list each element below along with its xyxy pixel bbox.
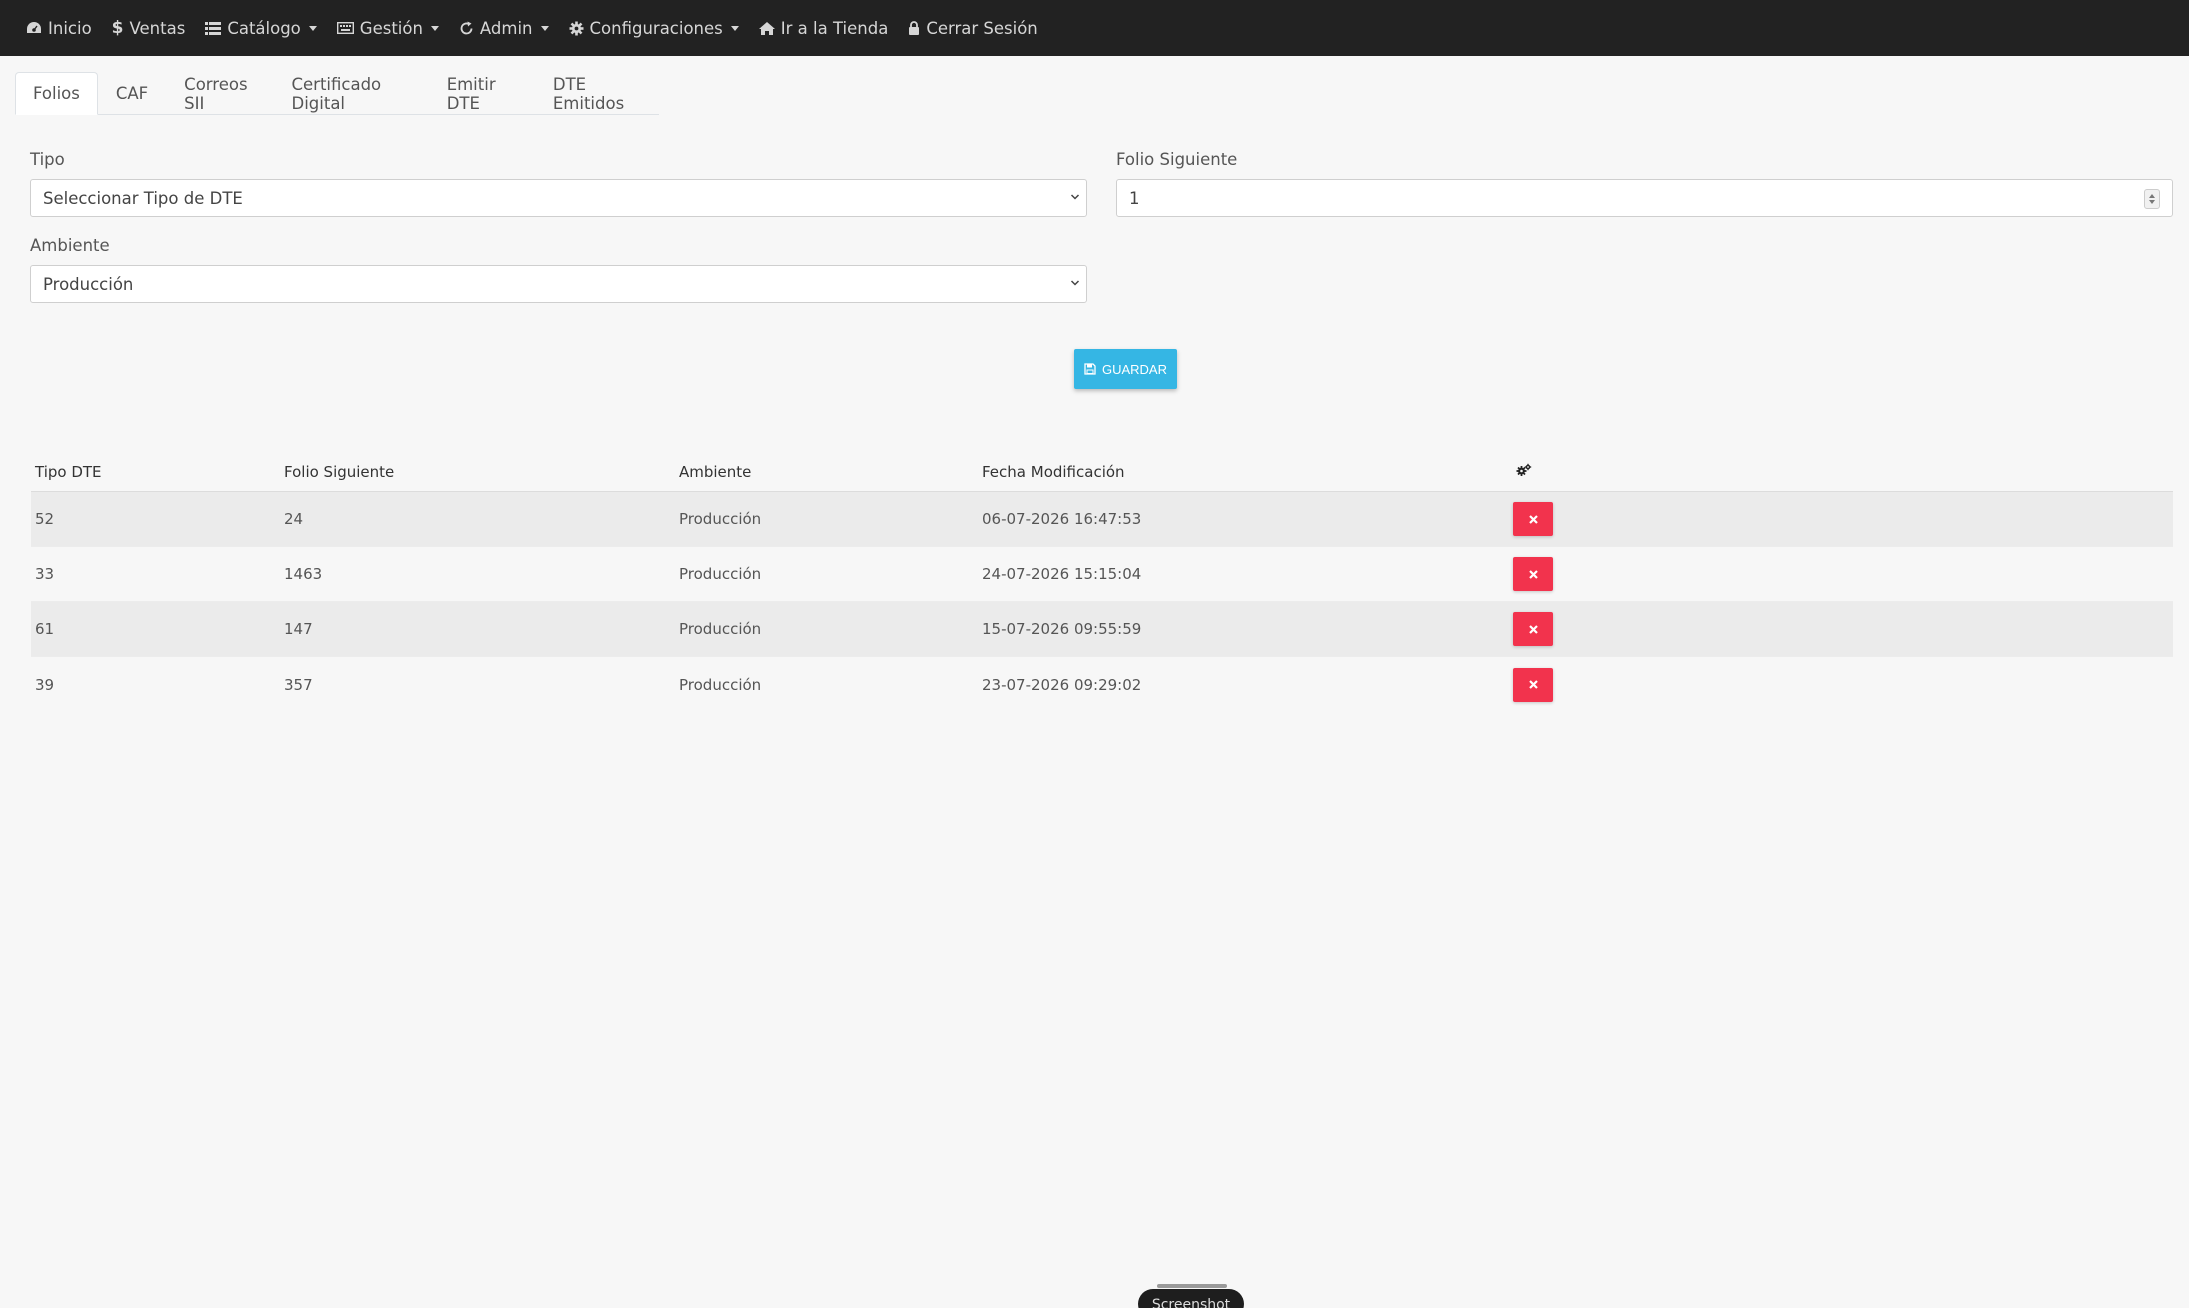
chevron-down-icon <box>1070 194 1080 200</box>
list-icon <box>205 21 222 35</box>
save-button-label: GUARDAR <box>1101 361 1167 377</box>
nav-configuraciones-label: Configuraciones <box>589 18 723 38</box>
top-navbar: Inicio $ Ventas Catálogo Gestión Admin C… <box>0 0 2189 56</box>
nav-cerrar-sesion-label: Cerrar Sesión <box>926 18 1038 38</box>
header-actions <box>1513 463 2173 481</box>
home-icon <box>758 21 775 35</box>
close-icon <box>1528 569 1538 579</box>
nav-ventas[interactable]: $ Ventas <box>112 0 186 56</box>
gear-icon <box>569 21 584 36</box>
close-icon <box>1528 624 1538 634</box>
cell-tipo-dte: 39 <box>35 675 55 694</box>
spinner-up-icon <box>2149 194 2155 198</box>
delete-button[interactable] <box>1513 502 1553 536</box>
cell-fecha-modificacion: 06-07-2026 16:47:53 <box>982 510 1142 528</box>
nav-admin-label: Admin <box>479 18 533 38</box>
tab-bar: Folios CAF Correos SII Certificado Digit… <box>15 72 659 115</box>
chevron-down-icon <box>730 25 739 31</box>
nav-ventas-label: Ventas <box>129 18 186 38</box>
save-button[interactable]: GUARDAR <box>1074 349 1177 389</box>
cell-actions <box>1513 612 2173 646</box>
lock-icon <box>908 21 920 35</box>
header-folio-siguiente: Folio Siguiente <box>284 462 395 481</box>
cell-tipo-dte: 52 <box>35 510 55 528</box>
tab-caf[interactable]: CAF <box>98 72 166 115</box>
nav-configuraciones[interactable]: Configuraciones <box>569 0 739 56</box>
nav-gestion-label: Gestión <box>359 18 423 38</box>
folio-siguiente-input[interactable]: 1 <box>1116 179 2173 217</box>
tab-dte-emitidos[interactable]: DTE Emitidos <box>535 72 659 115</box>
folio-siguiente-label: Folio Siguiente <box>1116 150 1238 169</box>
delete-button[interactable] <box>1513 557 1553 591</box>
table-row: 52 24 Producción 06-07-2026 16:47:53 <box>31 492 2173 547</box>
tipo-select-value: Seleccionar Tipo de DTE <box>43 188 243 208</box>
tab-certificado-digital[interactable]: Certificado Digital <box>274 72 429 115</box>
chevron-down-icon <box>540 25 549 31</box>
screenshot-pill[interactable]: Screenshot <box>1138 1289 1244 1308</box>
close-icon <box>1528 680 1538 689</box>
nav-inicio-label: Inicio <box>48 18 92 38</box>
table-row: 61 147 Producción 15-07-2026 09:55:59 <box>31 602 2173 657</box>
chevron-down-icon <box>430 25 439 31</box>
tipo-select[interactable]: Seleccionar Tipo de DTE <box>30 179 1087 217</box>
refresh-icon <box>459 21 474 36</box>
dollar-icon: $ <box>111 18 124 38</box>
cogs-icon <box>1516 463 1532 476</box>
header-ambiente: Ambiente <box>679 462 752 481</box>
nav-gestion[interactable]: Gestión <box>336 0 439 56</box>
cell-actions <box>1513 557 2173 591</box>
tab-correos-sii[interactable]: Correos SII <box>166 72 273 115</box>
ambiente-label: Ambiente <box>30 236 110 255</box>
cell-folio-siguiente: 1463 <box>284 565 323 583</box>
cell-ambiente: Producción <box>679 620 762 638</box>
nav-admin[interactable]: Admin <box>459 0 549 56</box>
table-header: Tipo DTE Folio Siguiente Ambiente Fecha … <box>31 452 2173 492</box>
dashboard-icon <box>26 21 42 35</box>
header-tipo-dte: Tipo DTE <box>35 462 102 481</box>
cell-folio-siguiente: 147 <box>284 620 313 638</box>
nav-inicio[interactable]: Inicio <box>26 0 92 56</box>
ambiente-select[interactable]: Producción <box>30 265 1087 303</box>
cell-ambiente: Producción <box>679 510 762 528</box>
cell-ambiente: Producción <box>679 675 762 694</box>
cell-fecha-modificacion: 24-07-2026 15:15:04 <box>982 565 1142 583</box>
tab-folios[interactable]: Folios <box>15 72 98 115</box>
ambiente-select-value: Producción <box>43 274 134 294</box>
number-spinner[interactable] <box>2144 189 2160 209</box>
delete-button[interactable] <box>1513 667 1553 702</box>
chevron-down-icon <box>308 25 317 31</box>
cell-tipo-dte: 61 <box>35 620 55 638</box>
tipo-label: Tipo <box>30 150 65 169</box>
header-fecha-modificacion: Fecha Modificación <box>982 462 1125 481</box>
delete-button[interactable] <box>1513 612 1553 646</box>
cell-tipo-dte: 33 <box>35 565 55 583</box>
cell-folio-siguiente: 357 <box>284 675 313 694</box>
cell-actions <box>1513 667 2173 702</box>
nav-ir-tienda-label: Ir a la Tienda <box>780 18 889 38</box>
keyboard-icon <box>336 22 354 34</box>
nav-catalogo-label: Catálogo <box>227 18 301 38</box>
nav-catalogo[interactable]: Catálogo <box>205 0 317 56</box>
chevron-down-icon <box>1070 280 1080 286</box>
overlay-handle <box>1157 1284 1227 1288</box>
cell-fecha-modificacion: 15-07-2026 09:55:59 <box>982 620 1142 638</box>
nav-ir-tienda[interactable]: Ir a la Tienda <box>758 0 889 56</box>
cell-ambiente: Producción <box>679 565 762 583</box>
folios-table: Tipo DTE Folio Siguiente Ambiente Fecha … <box>31 452 2173 712</box>
close-icon <box>1528 514 1538 524</box>
spinner-down-icon <box>2149 200 2155 204</box>
folio-siguiente-value: 1 <box>1129 188 1140 208</box>
table-row: 33 1463 Producción 24-07-2026 15:15:04 <box>31 547 2173 602</box>
floppy-disk-icon <box>1084 363 1096 375</box>
table-row: 39 357 Producción 23-07-2026 09:29:02 <box>31 657 2173 712</box>
cell-folio-siguiente: 24 <box>284 510 304 528</box>
tab-emitir-dte[interactable]: Emitir DTE <box>429 72 535 115</box>
cell-actions <box>1513 502 2173 536</box>
nav-cerrar-sesion[interactable]: Cerrar Sesión <box>908 0 1038 56</box>
cell-fecha-modificacion: 23-07-2026 09:29:02 <box>982 675 1142 694</box>
